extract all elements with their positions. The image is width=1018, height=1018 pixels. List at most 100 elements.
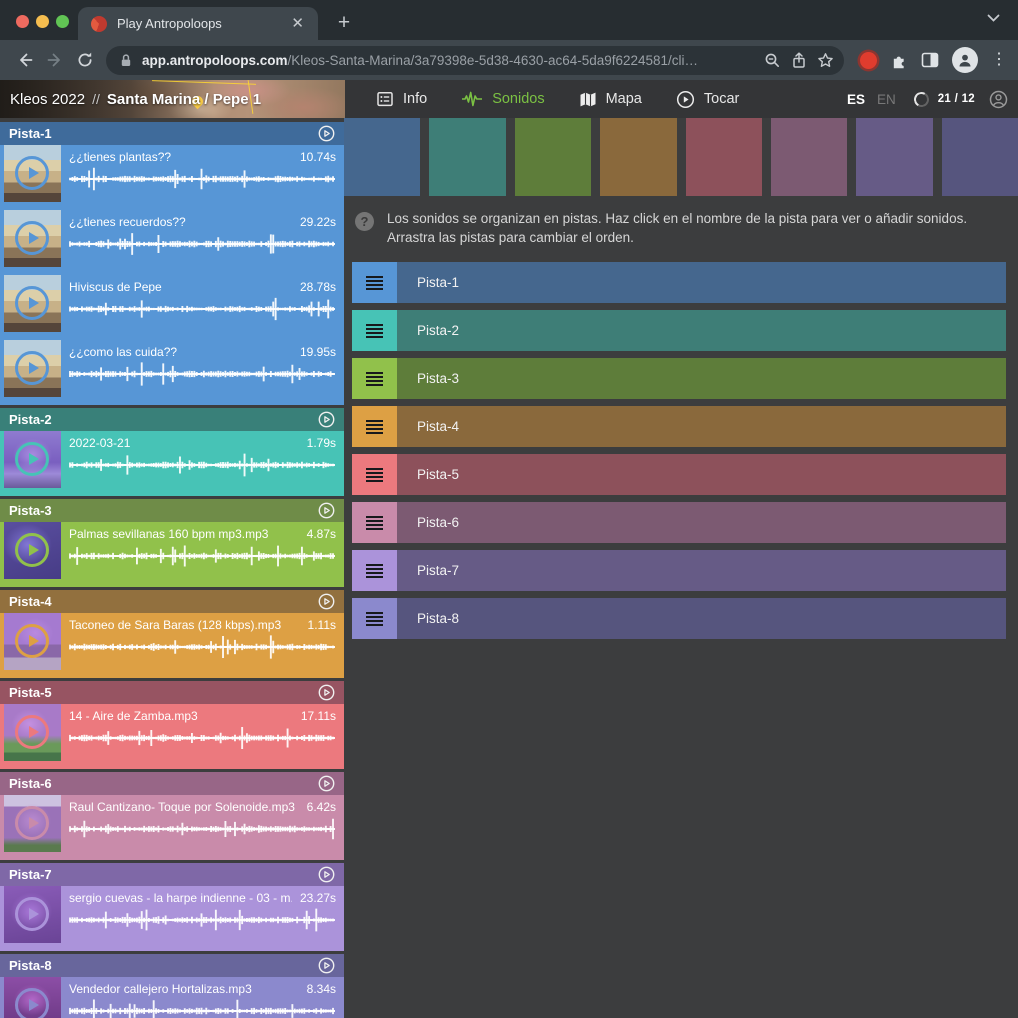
track-row-body[interactable]: Pista-8 bbox=[397, 598, 1006, 639]
nav-item-mapa[interactable]: Mapa bbox=[562, 80, 659, 118]
track-header[interactable]: Pista-6 bbox=[0, 772, 344, 795]
drag-handle[interactable] bbox=[352, 310, 397, 351]
clip-thumbnail[interactable] bbox=[4, 795, 61, 852]
recording-extension-icon[interactable] bbox=[860, 52, 877, 69]
nav-item-tocar[interactable]: Tocar bbox=[659, 80, 756, 118]
audio-clip[interactable]: ¿¿tienes recuerdos?? 29.22s bbox=[0, 210, 344, 275]
clip-play-icon[interactable] bbox=[15, 715, 49, 749]
track-play-icon[interactable] bbox=[318, 684, 335, 701]
language-es-button[interactable]: ES bbox=[841, 92, 871, 107]
project-banner[interactable]: Kleos 2022 // Santa Marina / Pepe 1 bbox=[0, 80, 345, 118]
track-row-body[interactable]: Pista-5 bbox=[397, 454, 1006, 495]
clip-thumbnail[interactable] bbox=[4, 210, 61, 267]
clip-play-icon[interactable] bbox=[15, 442, 49, 476]
side-panel-icon[interactable] bbox=[921, 52, 939, 68]
track-row[interactable]: Pista-3 bbox=[352, 358, 1006, 399]
audio-clip[interactable]: ¿¿como las cuida?? 19.95s bbox=[0, 340, 344, 405]
clip-play-icon[interactable] bbox=[15, 897, 49, 931]
share-icon[interactable] bbox=[791, 52, 807, 69]
new-tab-button[interactable]: + bbox=[330, 9, 358, 37]
track-row[interactable]: Pista-5 bbox=[352, 454, 1006, 495]
track-header[interactable]: Pista-7 bbox=[0, 863, 344, 886]
window-minimize-button[interactable] bbox=[36, 15, 49, 28]
address-bar[interactable]: app.antropoloops.com/Kleos-Santa-Marina/… bbox=[106, 46, 844, 75]
nav-item-info[interactable]: Info bbox=[359, 80, 444, 118]
clip-thumbnail[interactable] bbox=[4, 340, 61, 397]
audio-clip[interactable]: Raul Cantizano- Toque por Solenoide.mp3 … bbox=[0, 795, 344, 860]
track-play-icon[interactable] bbox=[318, 411, 335, 428]
track-play-icon[interactable] bbox=[318, 502, 335, 519]
track-header[interactable]: Pista-4 bbox=[0, 590, 344, 613]
clip-thumbnail[interactable] bbox=[4, 145, 61, 202]
track-row[interactable]: Pista-4 bbox=[352, 406, 1006, 447]
clip-play-icon[interactable] bbox=[15, 624, 49, 658]
tab-search-chevron-icon[interactable] bbox=[987, 14, 1000, 22]
clip-play-icon[interactable] bbox=[15, 988, 49, 1018]
forward-button[interactable] bbox=[40, 45, 70, 75]
drag-handle[interactable] bbox=[352, 454, 397, 495]
audio-clip[interactable]: Hiviscus de Pepe 28.78s bbox=[0, 275, 344, 340]
back-button[interactable] bbox=[10, 45, 40, 75]
track-header[interactable]: Pista-2 bbox=[0, 408, 344, 431]
clip-thumbnail[interactable] bbox=[4, 886, 61, 943]
clip-thumbnail[interactable] bbox=[4, 704, 61, 761]
reload-button[interactable] bbox=[70, 45, 100, 75]
audio-clip[interactable]: 2022-03-21 1.79s bbox=[0, 431, 344, 496]
drag-handle[interactable] bbox=[352, 262, 397, 303]
drag-handle[interactable] bbox=[352, 406, 397, 447]
audio-clip[interactable]: 14 - Aire de Zamba.mp3 17.11s bbox=[0, 704, 344, 769]
clip-thumbnail[interactable] bbox=[4, 431, 61, 488]
clip-thumbnail[interactable] bbox=[4, 275, 61, 332]
drag-handle[interactable] bbox=[352, 598, 397, 639]
zoom-level-icon[interactable] bbox=[764, 52, 781, 69]
window-close-button[interactable] bbox=[16, 15, 29, 28]
track-row[interactable]: Pista-8 bbox=[352, 598, 1006, 639]
clip-thumbnail[interactable] bbox=[4, 977, 61, 1018]
drag-handle[interactable] bbox=[352, 358, 397, 399]
track-row[interactable]: Pista-7 bbox=[352, 550, 1006, 591]
track-header[interactable]: Pista-5 bbox=[0, 681, 344, 704]
track-row-body[interactable]: Pista-7 bbox=[397, 550, 1006, 591]
drag-handle[interactable] bbox=[352, 550, 397, 591]
drag-handle[interactable] bbox=[352, 502, 397, 543]
track-row-body[interactable]: Pista-1 bbox=[397, 262, 1006, 303]
track-play-icon[interactable] bbox=[318, 125, 335, 142]
browser-tab[interactable]: Play Antropoloops ✕ bbox=[78, 7, 318, 40]
clip-play-icon[interactable] bbox=[15, 156, 49, 190]
account-icon[interactable] bbox=[989, 90, 1008, 109]
track-header[interactable]: Pista-1 bbox=[0, 122, 344, 145]
language-en-button[interactable]: EN bbox=[871, 92, 902, 107]
audio-clip[interactable]: ¿¿tienes plantas?? 10.74s bbox=[0, 145, 344, 210]
clip-thumbnail[interactable] bbox=[4, 522, 61, 579]
track-row[interactable]: Pista-2 bbox=[352, 310, 1006, 351]
bookmark-star-icon[interactable] bbox=[817, 52, 834, 69]
audio-clip[interactable]: Palmas sevillanas 160 bpm mp3.mp3 4.87s bbox=[0, 522, 344, 587]
audio-clip[interactable]: Taconeo de Sara Baras (128 kbps).mp3 1.1… bbox=[0, 613, 344, 678]
track-row-body[interactable]: Pista-2 bbox=[397, 310, 1006, 351]
clip-play-icon[interactable] bbox=[15, 533, 49, 567]
nav-item-sonidos[interactable]: Sonidos bbox=[444, 80, 561, 118]
clip-play-icon[interactable] bbox=[15, 286, 49, 320]
clip-play-icon[interactable] bbox=[15, 221, 49, 255]
clip-thumbnail[interactable] bbox=[4, 613, 61, 670]
clip-play-icon[interactable] bbox=[15, 351, 49, 385]
track-header[interactable]: Pista-3 bbox=[0, 499, 344, 522]
track-row-body[interactable]: Pista-4 bbox=[397, 406, 1006, 447]
profile-avatar[interactable] bbox=[952, 47, 978, 73]
track-play-icon[interactable] bbox=[318, 593, 335, 610]
tab-close-icon[interactable]: ✕ bbox=[287, 14, 308, 33]
browser-menu-icon[interactable]: ⋮ bbox=[991, 58, 1005, 62]
track-row[interactable]: Pista-1 bbox=[352, 262, 1006, 303]
track-row[interactable]: Pista-6 bbox=[352, 502, 1006, 543]
track-play-icon[interactable] bbox=[318, 957, 335, 974]
track-row-body[interactable]: Pista-6 bbox=[397, 502, 1006, 543]
track-row-body[interactable]: Pista-3 bbox=[397, 358, 1006, 399]
track-play-icon[interactable] bbox=[318, 775, 335, 792]
clip-play-icon[interactable] bbox=[15, 806, 49, 840]
audio-clip[interactable]: sergio cuevas - la harpe indienne - 03 -… bbox=[0, 886, 344, 951]
audio-clip[interactable]: Vendedor callejero Hortalizas.mp3 8.34s bbox=[0, 977, 344, 1018]
window-zoom-button[interactable] bbox=[56, 15, 69, 28]
track-header[interactable]: Pista-8 bbox=[0, 954, 344, 977]
extensions-puzzle-icon[interactable] bbox=[890, 51, 908, 70]
track-play-icon[interactable] bbox=[318, 866, 335, 883]
